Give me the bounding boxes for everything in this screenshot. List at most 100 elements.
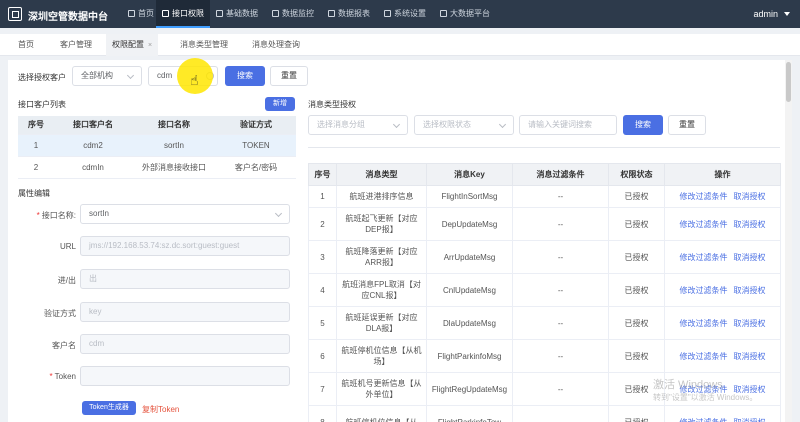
table-cell: 修改过滤条件 取消授权	[664, 339, 781, 373]
table-cell: TOKEN	[216, 134, 296, 157]
filter-search-button[interactable]: 搜索	[225, 66, 265, 86]
token-label: * Token	[49, 372, 76, 381]
add-client-button[interactable]: 新增	[265, 97, 295, 111]
cancel-auth-link[interactable]: 取消授权	[734, 192, 766, 201]
col-header: 接口客户名	[54, 116, 132, 135]
table-cell: FlightParkinfoMsg	[426, 339, 513, 373]
key-icon	[162, 10, 169, 17]
table-cell: 7	[308, 372, 337, 406]
tab-permission-config[interactable]: 权限配置 ×	[106, 34, 159, 56]
tab-home[interactable]: 首页	[18, 34, 34, 56]
table-cell: 修改过滤条件 取消授权	[664, 207, 781, 241]
windows-watermark-subtitle: 转到"设置"以激活 Windows。	[653, 393, 758, 402]
tab-message-type-management[interactable]: 消息类型管理	[180, 34, 228, 56]
iface-name-select[interactable]: sortIn	[80, 204, 290, 224]
tab-message-processing-query[interactable]: 消息处理查询	[252, 34, 300, 56]
client-name-field[interactable]: cdm	[80, 334, 290, 354]
edit-filter-link[interactable]: 修改过滤条件	[680, 286, 728, 295]
org-select[interactable]: 全部机构	[72, 66, 142, 86]
chevron-down-icon[interactable]	[784, 12, 790, 16]
nav-basic-data[interactable]: 基础数据	[210, 0, 264, 28]
nav-system-settings[interactable]: 系统设置	[378, 0, 432, 28]
nav-data-report[interactable]: 数据报表	[322, 0, 376, 28]
chevron-down-icon	[498, 120, 507, 129]
table-cell: 1	[18, 134, 54, 157]
table-row: 5 航班延误更新【对应DLA报】 DlaUpdateMsg -- 已授权 修改过…	[308, 306, 781, 340]
edit-filter-link[interactable]: 修改过滤条件	[680, 418, 728, 422]
table-cell: 8	[308, 405, 337, 422]
col-header: 消息类型	[336, 163, 427, 186]
msg-search-button[interactable]: 搜索	[623, 115, 663, 135]
table-cell: 3	[308, 240, 337, 274]
scrollbar[interactable]	[785, 60, 792, 422]
close-icon[interactable]: ×	[148, 42, 152, 49]
table-cell: --	[512, 207, 609, 241]
table-cell: 修改过滤条件 取消授权	[664, 240, 781, 274]
tab-bar: 首页 客户管理 权限配置 × 消息类型管理 消息处理查询	[0, 34, 800, 56]
edit-filter-link[interactable]: 修改过滤条件	[680, 253, 728, 262]
edit-filter-link[interactable]: 修改过滤条件	[680, 319, 728, 328]
col-header: 接口名称	[132, 116, 216, 135]
url-field[interactable]: jms://192.168.53.74:sz.dc.sort:guest:gue…	[80, 236, 290, 256]
table-cell: --	[512, 185, 609, 208]
table-cell: 修改过滤条件 取消授权	[664, 405, 781, 422]
table-row: 2 航班起飞更新【对应DEP报】 DepUpdateMsg -- 已授权 修改过…	[308, 207, 781, 241]
table-cell: sortIn	[132, 134, 216, 157]
cancel-auth-link[interactable]: 取消授权	[734, 418, 766, 422]
table-cell: 航班停机位信息【从机场】	[336, 339, 427, 373]
edit-filter-link[interactable]: 修改过滤条件	[680, 220, 728, 229]
nav-data-monitor[interactable]: 数据监控	[266, 0, 320, 28]
attr-edit-title: 属性编辑	[18, 189, 50, 198]
iface-name-label: * 接口名称:	[36, 211, 76, 220]
client-table: 序号 接口客户名 接口名称 验证方式 1 cdm2 sortIn TOKEN 2…	[18, 116, 296, 179]
edit-filter-link[interactable]: 修改过滤条件	[680, 352, 728, 361]
copy-token-link[interactable]: 复制Token	[142, 404, 179, 415]
table-cell: 客户名/密码	[216, 156, 296, 179]
token-generator-button[interactable]: Token生成器	[82, 401, 136, 415]
table-cell: 1	[308, 185, 337, 208]
filter-reset-button[interactable]: 重置	[270, 66, 308, 86]
col-header: 验证方式	[216, 116, 296, 135]
chevron-down-icon	[392, 120, 401, 129]
col-header: 操作	[664, 163, 781, 186]
cancel-auth-link[interactable]: 取消授权	[734, 319, 766, 328]
table-row[interactable]: 1 cdm2 sortIn TOKEN	[18, 134, 296, 157]
tab-client-management[interactable]: 客户管理	[60, 34, 92, 56]
client-name-label: 客户名	[52, 341, 76, 350]
keyword-search-input[interactable]: 请输入关键词搜索	[519, 115, 617, 135]
nav-big-data-platform[interactable]: 大数据平台	[434, 0, 496, 28]
col-header: 序号	[308, 163, 337, 186]
msg-group-select[interactable]: 选择消息分组	[308, 115, 408, 135]
client-list-title: 接口客户列表	[18, 100, 66, 109]
table-header-row: 序号 接口客户名 接口名称 验证方式	[18, 116, 296, 135]
table-cell: --	[512, 339, 609, 373]
cancel-auth-link[interactable]: 取消授权	[734, 220, 766, 229]
scrollbar-thumb[interactable]	[786, 62, 791, 102]
table-cell: 航班进港排序信息	[336, 185, 427, 208]
table-cell: --	[512, 240, 609, 274]
table-row: 1 航班进港排序信息 FlightInSortMsg -- 已授权 修改过滤条件…	[308, 185, 781, 208]
token-field[interactable]	[80, 366, 290, 386]
table-row[interactable]: 2 cdmIn 外部消息接收接口 客户名/密码	[18, 156, 296, 179]
table-cell: 2	[308, 207, 337, 241]
table-cell: DlaUpdateMsg	[426, 306, 513, 340]
table-cell: 已授权	[608, 273, 665, 307]
table-cell: 2	[18, 156, 54, 179]
table-cell: 外部消息接收接口	[132, 156, 216, 179]
table-cell: --	[512, 273, 609, 307]
auth-state-select[interactable]: 选择权限状态	[414, 115, 514, 135]
nav-home[interactable]: 首页	[122, 0, 160, 28]
cancel-auth-link[interactable]: 取消授权	[734, 286, 766, 295]
edit-filter-link[interactable]: 修改过滤条件	[680, 192, 728, 201]
auth-method-field[interactable]: key	[80, 302, 290, 322]
cancel-auth-link[interactable]: 取消授权	[734, 253, 766, 262]
cancel-auth-link[interactable]: 取消授权	[734, 352, 766, 361]
user-menu[interactable]: admin	[753, 9, 778, 19]
table-cell: 修改过滤条件 取消授权	[664, 273, 781, 307]
msg-reset-button[interactable]: 重置	[668, 115, 706, 135]
direction-field[interactable]: 出	[80, 269, 290, 289]
table-cell: --	[512, 405, 609, 422]
auth-method-label: 验证方式	[44, 309, 76, 318]
table-cell: 修改过滤条件 取消授权	[664, 306, 781, 340]
nav-interface-permission[interactable]: 接口权限	[156, 0, 210, 28]
